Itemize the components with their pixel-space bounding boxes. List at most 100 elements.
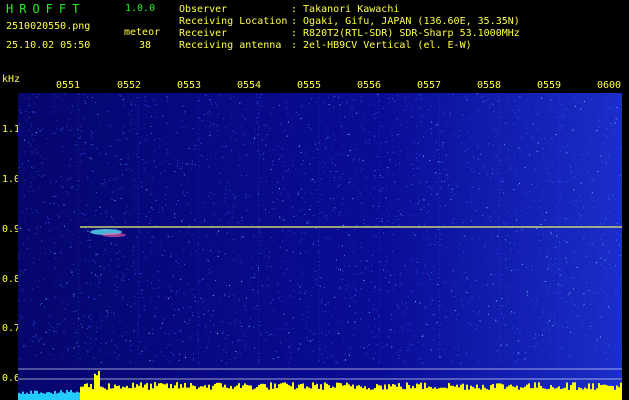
noise-speck xyxy=(95,192,97,194)
noise-bar xyxy=(608,385,610,400)
noise-speck xyxy=(585,219,587,221)
noise-bar xyxy=(562,388,564,400)
noise-speck xyxy=(197,242,199,244)
noise-speck xyxy=(147,280,149,282)
noise-speck xyxy=(524,178,526,180)
noise-speck xyxy=(485,220,487,222)
noise-speck xyxy=(122,174,123,176)
noise-speck xyxy=(81,213,83,214)
noise-speck xyxy=(370,265,372,267)
noise-speck xyxy=(107,341,109,343)
noise-speck xyxy=(452,270,454,272)
noise-speck xyxy=(49,230,50,232)
noise-speck xyxy=(383,107,385,109)
noise-speck xyxy=(31,151,33,153)
noise-speck xyxy=(374,287,376,289)
noise-speck xyxy=(494,128,496,130)
noise-bar xyxy=(414,388,416,400)
noise-speck xyxy=(320,178,322,180)
noise-bar xyxy=(184,382,186,400)
noise-speck xyxy=(545,168,547,170)
noise-speck xyxy=(471,238,473,240)
noise-speck xyxy=(307,316,308,318)
noise-speck xyxy=(445,205,447,206)
noise-bar xyxy=(266,387,268,400)
noise-speck xyxy=(473,156,475,158)
noise-speck xyxy=(357,273,359,275)
noise-speck xyxy=(291,206,293,208)
noise-speck xyxy=(80,259,82,261)
noise-speck xyxy=(138,156,140,158)
noise-speck xyxy=(235,131,237,133)
noise-speck xyxy=(206,235,208,237)
noise-speck xyxy=(289,230,290,232)
noise-speck xyxy=(188,307,190,308)
noise-speck xyxy=(327,127,329,129)
noise-speck xyxy=(78,318,80,320)
noise-speck xyxy=(19,314,21,316)
noise-speck xyxy=(103,268,105,270)
noise-speck xyxy=(158,138,160,140)
noise-speck xyxy=(517,352,519,354)
noise-speck xyxy=(445,281,447,283)
noise-speck xyxy=(600,315,602,317)
noise-speck xyxy=(534,337,536,339)
noise-speck xyxy=(349,304,351,306)
noise-speck xyxy=(374,177,376,179)
noise-speck xyxy=(106,215,108,217)
noise-speck xyxy=(368,104,370,105)
noise-bar xyxy=(546,389,548,400)
noise-speck xyxy=(557,291,559,293)
noise-speck xyxy=(562,297,564,299)
noise-speck xyxy=(477,188,479,190)
noise-speck xyxy=(340,269,341,271)
noise-speck xyxy=(341,101,343,103)
noise-speck xyxy=(385,277,387,279)
noise-speck xyxy=(430,298,432,300)
noise-speck xyxy=(90,342,91,344)
noise-speck xyxy=(435,142,437,144)
noise-speck xyxy=(510,249,512,251)
noise-speck xyxy=(612,194,614,196)
noise-bar xyxy=(134,387,136,400)
noise-speck xyxy=(27,248,28,250)
noise-speck xyxy=(598,120,600,122)
noise-speck xyxy=(129,340,131,342)
noise-speck xyxy=(429,160,431,162)
noise-speck xyxy=(68,193,70,195)
noise-speck xyxy=(574,176,576,177)
noise-speck xyxy=(193,353,194,354)
noise-bar xyxy=(518,389,520,400)
noise-speck xyxy=(187,232,189,233)
noise-speck xyxy=(355,294,357,296)
noise-speck xyxy=(501,178,503,180)
noise-speck xyxy=(300,151,302,153)
noise-speck xyxy=(261,139,263,141)
noise-speck xyxy=(608,198,610,200)
noise-speck xyxy=(451,191,453,193)
noise-speck xyxy=(93,170,95,172)
noise-speck xyxy=(48,322,50,324)
noise-speck xyxy=(549,230,550,232)
noise-speck xyxy=(525,124,527,125)
noise-speck xyxy=(215,157,217,159)
noise-speck xyxy=(419,140,421,142)
noise-bar xyxy=(572,382,574,400)
noise-speck xyxy=(547,172,549,174)
noise-speck xyxy=(315,101,317,103)
noise-speck xyxy=(464,235,466,237)
noise-speck xyxy=(287,168,289,170)
noise-speck xyxy=(187,163,189,165)
noise-speck xyxy=(221,157,223,159)
noise-speck xyxy=(506,234,508,236)
noise-speck xyxy=(105,342,107,344)
noise-speck xyxy=(245,174,247,176)
noise-speck xyxy=(483,247,485,249)
noise-speck xyxy=(32,212,34,214)
noise-speck xyxy=(579,229,581,231)
noise-speck xyxy=(587,290,589,292)
noise-speck xyxy=(179,353,180,355)
noise-speck xyxy=(541,193,543,195)
noise-speck xyxy=(493,110,495,112)
noise-speck xyxy=(281,267,283,269)
